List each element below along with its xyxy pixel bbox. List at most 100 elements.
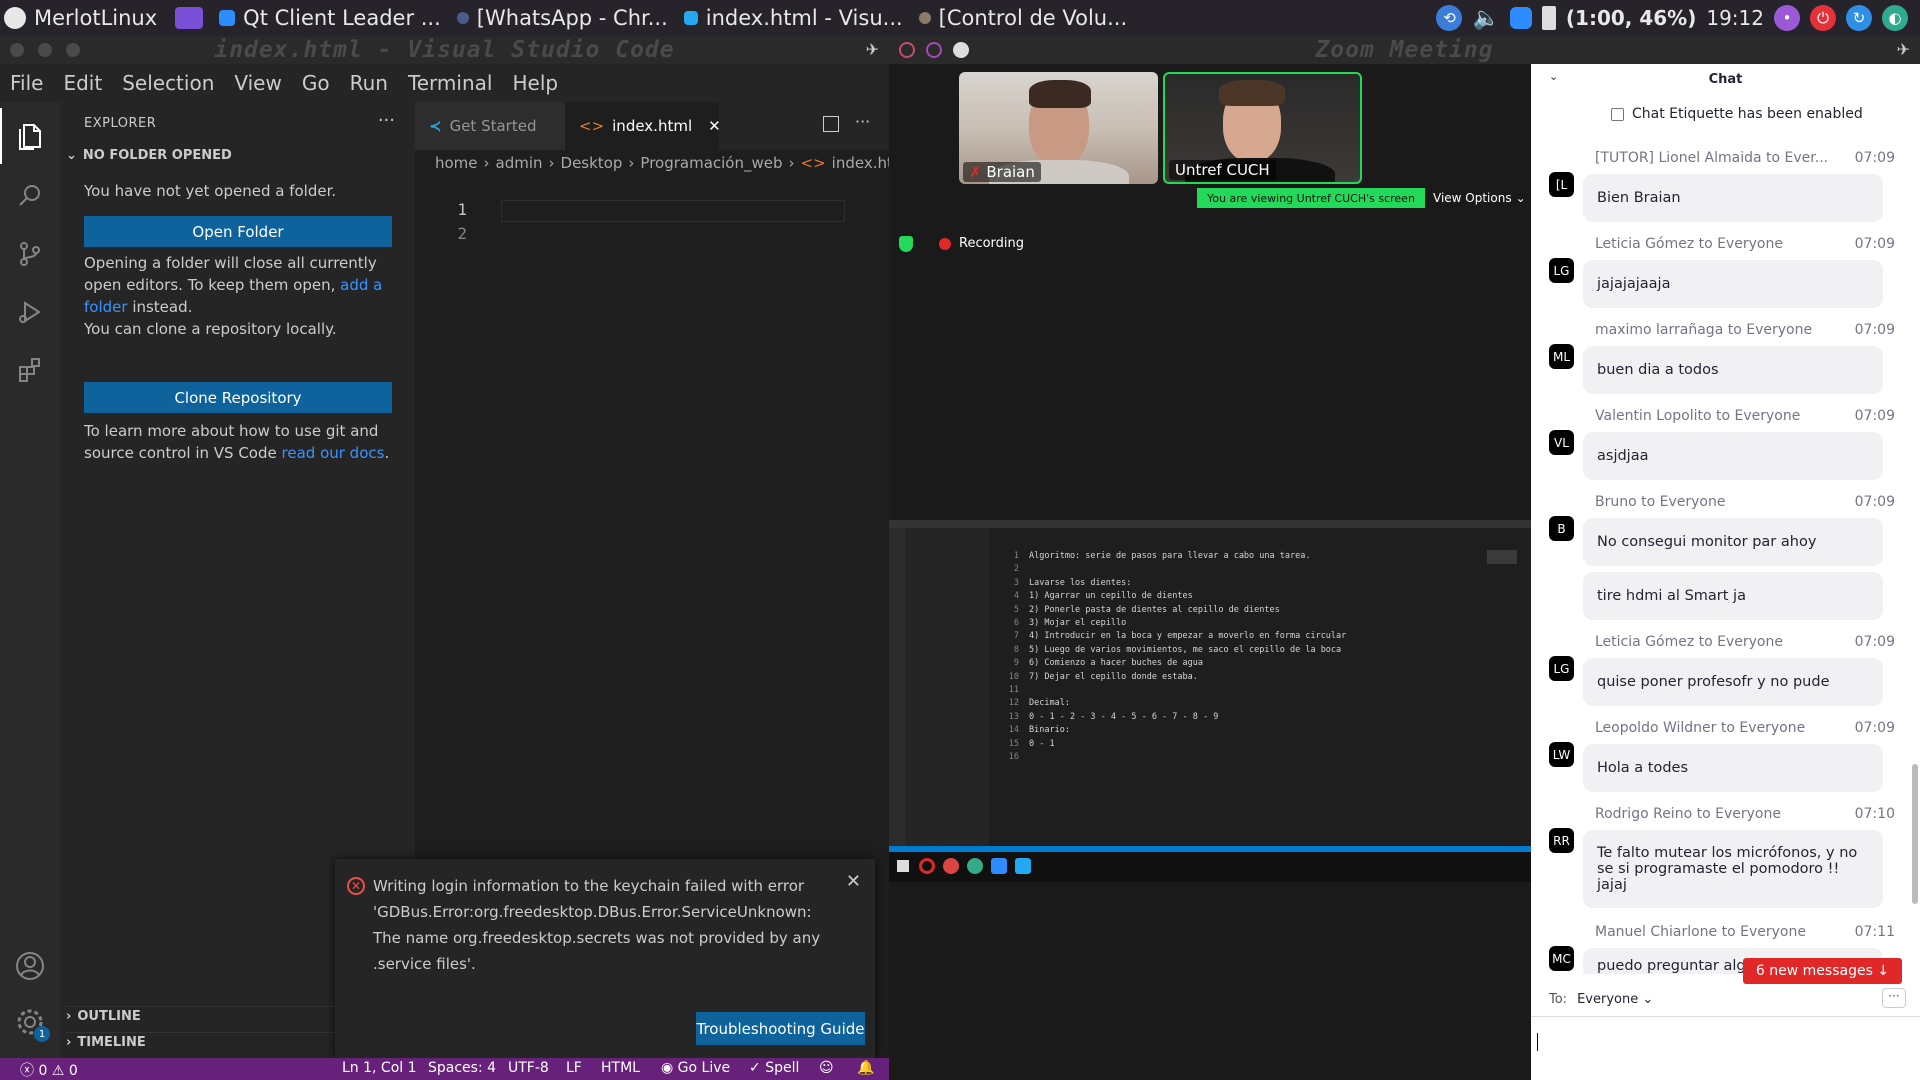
breadcrumb-item[interactable]: home [435,154,478,172]
menu-go[interactable]: Go [302,71,330,95]
network-icon[interactable]: ◐ [1882,5,1908,31]
taskbar-window-qt-client[interactable]: Qt Client Leader ... [215,0,445,36]
chat-input[interactable] [1531,1016,1920,1080]
message-bubble[interactable]: jajajajaaja [1583,260,1883,308]
more-actions-icon[interactable]: ··· [855,112,870,131]
message-bubble[interactable]: Hola a todes [1583,744,1883,792]
message-sender: maximo larrañaga to Everyone [1595,322,1813,338]
volume-icon[interactable]: 🔈 [1472,6,1499,31]
read-docs-link[interactable]: read our docs [282,444,385,462]
view-options-button[interactable]: View Options ⌄ [1433,188,1527,208]
pin-icon[interactable]: ✈ [1897,40,1910,59]
menu-file[interactable]: File [10,71,43,95]
split-editor-icon[interactable] [823,116,839,132]
participant-hair [1219,80,1285,106]
taskbar-window-volume[interactable]: [Control de Volu... [915,0,1131,36]
breadcrumb-item[interactable]: index.html [832,154,889,172]
window-title: Zoom Meeting [1315,37,1494,63]
search-activity[interactable] [0,168,60,224]
open-folder-button[interactable]: Open Folder [84,216,392,247]
indentation-status[interactable]: Spaces: 4 [428,1060,496,1076]
troubleshooting-guide-button[interactable]: Troubleshooting Guide [696,1012,865,1045]
message-bubble[interactable]: buen dia a todos [1583,346,1883,394]
shared-code-line: 3 Lavarse los dientes: [999,577,1346,590]
clone-text: You can clone a repository locally. [84,320,337,338]
go-live-button[interactable]: ◉ Go Live [661,1060,730,1076]
message-bubble[interactable]: Bien Braian [1583,174,1883,222]
shared-code-line: 12 Decimal: [999,697,1346,710]
menu-edit[interactable]: Edit [63,71,102,95]
shared-line-number: 11 [1008,685,1019,696]
breadcrumb-item[interactable]: Programación_web [640,154,782,172]
recipient-dropdown[interactable]: Everyone ⌄ [1577,992,1653,1007]
clone-repository-button[interactable]: Clone Repository [84,382,392,413]
battery-icon[interactable] [1541,6,1556,30]
explorer-activity[interactable] [0,108,60,164]
extensions-icon [19,358,40,382]
shared-windows-taskbar [889,852,1531,882]
participant-video-untref[interactable]: Untref CUCH [1163,72,1362,184]
more-actions-icon[interactable]: ··· [378,110,395,131]
power-icon[interactable]: ⏻ [1810,5,1836,31]
shared-code-line: 4 1) Agarrar un cepillo de dientes [999,590,1346,603]
tab-get-started[interactable]: ≺ Get Started [415,102,565,150]
notifications-bell-icon[interactable]: 🔔 [857,1060,874,1076]
menu-help[interactable]: Help [512,71,558,95]
zoom-tray-icon[interactable] [1509,7,1532,29]
user-icon[interactable]: • [1774,5,1800,31]
chat-scrollbar[interactable] [1912,764,1918,904]
participant-video-braian[interactable]: ✗ Braian [959,72,1158,184]
new-messages-button[interactable]: 6 new messages ↓ [1743,958,1902,984]
sync-icon[interactable]: ↻ [1846,5,1872,31]
shared-screen[interactable]: 1 Algoritmo: serie de pasos para llevar a… [889,520,1531,882]
pin-icon[interactable]: ✈ [866,40,879,59]
feedback-icon[interactable]: ☺ [819,1060,834,1076]
go-live-label: Go Live [677,1060,731,1076]
more-options-icon[interactable]: ··· [1882,988,1906,1008]
problems-status[interactable]: ⓧ 0 ⚠ 0 [20,1060,78,1080]
menu-view[interactable]: View [234,71,281,95]
taskbar-window-vscode[interactable]: index.html - Visu... [680,0,907,36]
message-bubble[interactable]: quise poner profesofr y no pude [1583,658,1883,706]
breadcrumb-item[interactable]: admin [496,154,543,172]
update-icon[interactable]: ⟲ [1436,5,1463,31]
shared-line-number: 16 [1008,752,1019,763]
message-bubble[interactable]: asjdjaa [1583,432,1883,480]
shared-code-line: 11 [999,684,1346,697]
taskbar-window-label: [WhatsApp - Chr... [476,6,668,30]
menu-run[interactable]: Run [350,71,388,95]
chevron-right-icon: › [548,154,555,172]
muted-microphone-icon: ✗ [969,163,982,181]
recording-indicator[interactable]: Recording [939,236,1024,251]
close-notification-icon[interactable]: ✕ [846,871,861,892]
close-tab-icon[interactable]: ✕ [708,117,721,135]
extensions-activity[interactable] [0,342,60,398]
encoding-status[interactable]: UTF-8 [508,1060,549,1076]
message-bubble[interactable]: Te falto mutear los micrófonos, y no se … [1583,830,1883,908]
language-status[interactable]: HTML [601,1060,640,1076]
manage-activity[interactable]: 1 [0,994,60,1050]
message-time: 07:09 [1854,322,1895,338]
taskbar-files[interactable] [171,0,215,36]
taskbar-app-menu[interactable]: MerlotLinux [0,0,161,36]
breadcrumb-item[interactable]: Desktop [561,154,623,172]
shared-line-text: 3) Mojar el cepillo [1029,618,1127,629]
spell-status[interactable]: ✓ Spell [749,1060,799,1076]
no-folder-section-header[interactable]: ⌄ NO FOLDER OPENED [66,148,232,163]
clock[interactable]: 19:12 [1706,6,1764,30]
run-debug-activity[interactable] [0,284,60,340]
eol-status[interactable]: LF [566,1060,582,1076]
source-control-activity[interactable] [0,226,60,282]
menu-selection[interactable]: Selection [122,71,214,95]
chevron-down-icon[interactable]: ⌄ [1549,70,1558,83]
menu-terminal[interactable]: Terminal [408,71,493,95]
taskbar-window-whatsapp[interactable]: [WhatsApp - Chr... [453,0,672,36]
tab-index-html[interactable]: <> index.html ✕ [565,102,721,150]
chat-etiquette-notice[interactable]: Chat Etiquette has been enabled [1611,106,1863,122]
message-bubble[interactable]: No consegui monitor par ahoy [1583,518,1883,566]
accounts-activity[interactable] [0,938,60,994]
cursor-position[interactable]: Ln 1, Col 1 [342,1060,417,1076]
git-docs-text: To learn more about how to use git and s… [84,420,394,464]
notification-message: Writing login information to the keychai… [373,877,821,973]
message-bubble[interactable]: tire hdmi al Smart ja [1583,572,1883,620]
